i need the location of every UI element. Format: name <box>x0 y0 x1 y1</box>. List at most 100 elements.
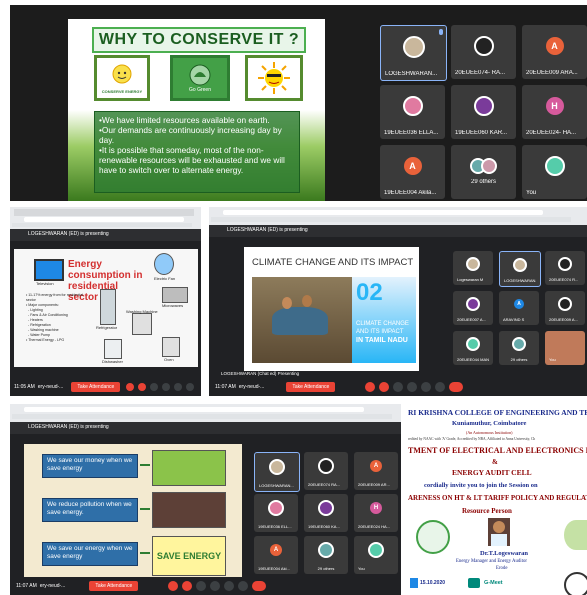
participant-tile[interactable]: You <box>522 145 587 199</box>
participant-tile[interactable]: LOGESHWARAN... <box>499 251 541 287</box>
presentation-slide: Television Energy consumption in residen… <box>14 249 198 367</box>
participant-tile[interactable]: 20EUEE074 RA... <box>304 452 348 490</box>
captions-icon[interactable] <box>393 382 404 392</box>
camera-icon[interactable] <box>379 382 390 392</box>
captions-icon[interactable] <box>150 383 159 391</box>
avatar <box>480 157 497 174</box>
participant-tile[interactable]: H 20EUEE024- HA... <box>522 85 587 139</box>
participant-tile[interactable]: A 20EUEE009 AR... <box>354 452 398 490</box>
tv-label: Television <box>36 281 54 286</box>
take-attendance-button[interactable]: Take Attendance <box>89 581 139 591</box>
department: TMENT OF ELECTRICAL AND ELECTRONICS ENGI… <box>408 446 587 455</box>
avatar <box>513 257 527 272</box>
slide-title-box: WHY TO CONSERVE IT ? <box>92 27 306 53</box>
address-bar[interactable] <box>24 407 364 412</box>
camera-icon[interactable] <box>138 383 147 391</box>
more-icon[interactable] <box>238 581 249 591</box>
participant-tile[interactable]: 20EUEE009 A... <box>545 291 585 325</box>
panel-middle-right-meet: LOGESHWARAN (ED) is presenting CLIMATE C… <box>209 207 587 396</box>
avatar <box>558 256 572 271</box>
presenting-banner: LOGESHWARAN (ED) is presenting <box>10 229 201 241</box>
energy-audit-cell: ENERGY AUDIT CELL <box>452 468 532 477</box>
energy-box-money: We save our money when we save energy <box>42 454 138 478</box>
participant-tile[interactable]: You <box>545 331 585 365</box>
avatar: H <box>370 502 382 515</box>
avatar <box>402 35 425 58</box>
take-attendance-button[interactable]: Take Attendance <box>71 382 121 392</box>
meet-toolbar: 11:05 AM ery-neud-... Take Attendance <box>10 378 201 396</box>
energy-box-pollution: We reduce pollution when we save energy. <box>42 498 138 522</box>
mic-icon[interactable] <box>168 581 179 591</box>
present-icon[interactable] <box>421 382 432 392</box>
presentation-slide: CLIMATE CHANGE AND ITS IMPACT 02 CLIMATE… <box>244 247 419 371</box>
more-icon[interactable] <box>435 382 446 392</box>
presentation-slide: We save our money when we save energy We… <box>24 444 242 578</box>
participant-tile[interactable]: You <box>354 536 398 574</box>
avatar <box>473 35 494 56</box>
refrigerator-icon <box>100 289 116 325</box>
participant-tile[interactable]: 19EUEE060 KA... <box>304 494 348 532</box>
go-green-image: Go Green <box>170 55 230 101</box>
captions-icon[interactable] <box>196 581 207 591</box>
participant-tile[interactable]: 20EUEE044 MAN... <box>453 331 493 365</box>
meet-toolbar: 11:07 AM ery-neud-... Take Attendance <box>209 378 587 396</box>
participant-tile[interactable]: 20EUEE074- RA... <box>451 25 516 79</box>
invitation-flyer: RI KRISHNA COLLEGE OF ENGINEERING AND TE… <box>408 404 587 595</box>
hand-icon[interactable] <box>210 581 221 591</box>
mic-icon[interactable] <box>365 382 376 392</box>
leave-call-icon[interactable] <box>449 382 464 392</box>
participant-tile[interactable]: LOGESHWARAN... <box>254 452 300 492</box>
avatar: A <box>514 298 524 309</box>
avatar: A <box>270 544 282 557</box>
save-energy-image: SAVE ENERGY <box>152 536 226 576</box>
leave-call-icon[interactable] <box>252 581 267 591</box>
take-attendance-button[interactable]: Take Attendance <box>286 382 336 392</box>
hand-icon[interactable] <box>162 383 171 391</box>
avatar <box>318 458 334 475</box>
participant-tile[interactable]: 20EUEE007 A... <box>453 291 493 325</box>
avatar <box>318 500 334 517</box>
college-name: RI KRISHNA COLLEGE OF ENGINEERING AND TE… <box>408 408 587 417</box>
participant-tile[interactable]: Logeswaran M <box>453 251 493 285</box>
participant-tile[interactable]: A 19EUEE004 Aki... <box>254 536 298 574</box>
participant-tile[interactable]: H 20EUEE024 HA... <box>354 494 398 532</box>
camera-icon[interactable] <box>182 581 193 591</box>
participant-tile[interactable]: LOGESHWARAN... <box>380 25 447 81</box>
conserve-energy-image: CONSERVE ENERGY <box>94 55 150 101</box>
panel-top-meet: WHY TO CONSERVE IT ? CONSERVE ENERGY Go … <box>10 5 587 201</box>
participant-tile[interactable]: 29 others <box>304 536 348 574</box>
gmeet-logo <box>468 578 480 588</box>
washing-machine-icon <box>132 313 152 335</box>
session-topic: ARENESS ON HT & LT TARIFF POLICY AND REG… <box>408 494 587 502</box>
browser-bar <box>10 404 401 422</box>
participant-tile[interactable]: 19EUEE036 ELL... <box>254 494 298 532</box>
mic-icon[interactable] <box>126 383 135 391</box>
participant-tile[interactable]: 29 others <box>499 331 539 365</box>
slide-title: CLIMATE CHANGE AND ITS IMPACT <box>252 257 414 268</box>
hand-icon[interactable] <box>407 382 418 392</box>
more-icon[interactable] <box>186 383 195 391</box>
participant-tile[interactable]: 19EUEE060 KAR... <box>451 85 516 139</box>
participant-tile[interactable]: 29 others <box>451 145 516 199</box>
participant-tile[interactable]: A ARAVIND S <box>499 291 539 325</box>
address-bar[interactable] <box>223 210 543 215</box>
avatar: H <box>545 96 564 115</box>
participant-tile[interactable]: 20EUEE074 R... <box>545 251 585 285</box>
slide-title: WHY TO CONSERVE IT ? <box>98 31 300 48</box>
avatar <box>368 542 384 559</box>
presenter-caption: LOGESHWARAN (Chat ed) Presenting <box>221 371 300 376</box>
bullet-1: •We have limited resources available on … <box>99 115 270 125</box>
presentation-slide: WHY TO CONSERVE IT ? CONSERVE ENERGY Go … <box>68 19 325 201</box>
participant-tile[interactable]: 19EUEE036 ELLA... <box>380 85 445 139</box>
address-bar[interactable] <box>24 217 184 222</box>
participant-tile[interactable]: A 20EUEE009 ARA... <box>522 25 587 79</box>
present-icon[interactable] <box>174 383 183 391</box>
present-icon[interactable] <box>224 581 235 591</box>
participant-grid: LOGESHWARAN... 20EUEE074- RA... A 20EUEE0… <box>375 25 587 201</box>
participant-grid: LOGESHWARAN... 20EUEE074 RA... A 20EUEE00… <box>254 452 401 576</box>
avatar <box>466 256 480 271</box>
participant-tile[interactable]: A 19EUEE004 Akila... <box>380 145 445 199</box>
eco-plug-icon <box>416 520 450 554</box>
mic-icon <box>439 29 443 35</box>
tab-strip <box>14 209 194 216</box>
